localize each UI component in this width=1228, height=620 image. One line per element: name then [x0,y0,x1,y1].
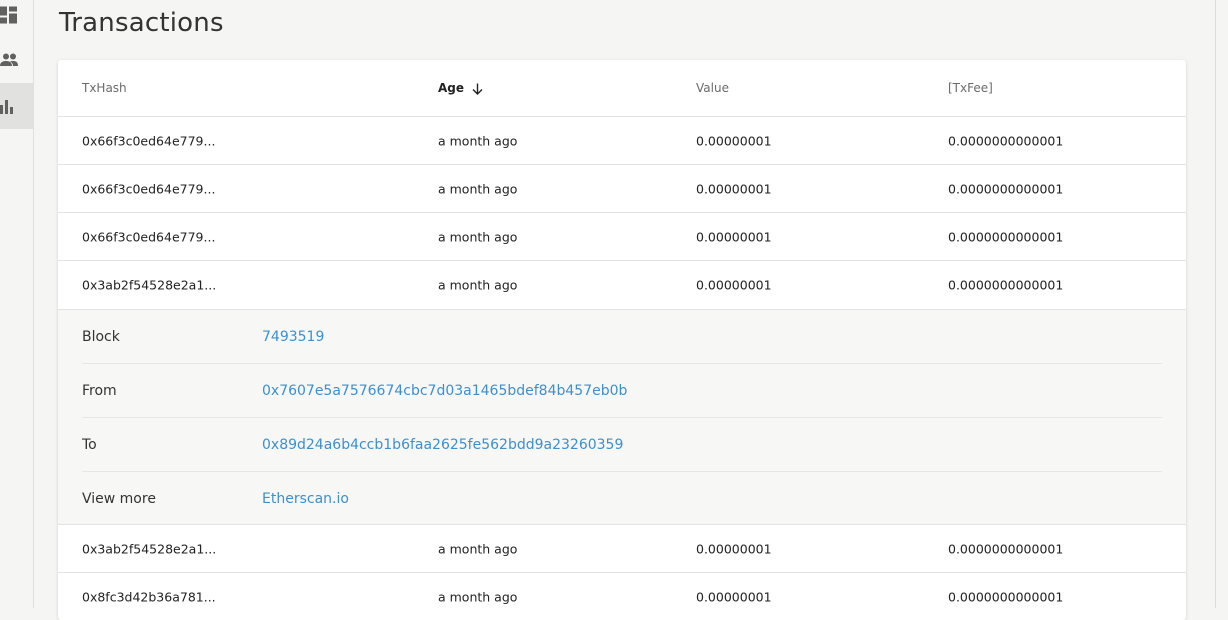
sidebar-item-dashboard[interactable] [0,0,33,38]
tx-hash: 0x66f3c0ed64e779... [82,229,216,244]
column-header-txhash[interactable]: TxHash [82,81,127,95]
tx-value: 0.00000001 [696,541,772,556]
tx-value: 0.00000001 [696,277,772,293]
tx-hash: 0x66f3c0ed64e779... [82,181,216,196]
table-row[interactable]: 0x3ab2f54528e2a1... a month ago 0.000000… [58,525,1186,573]
tx-age: a month ago [438,229,518,244]
sidebar [0,0,34,608]
column-header-age[interactable]: Age [438,81,483,95]
table-header: TxHash Age Value [TxFee] [58,60,1186,117]
column-header-txfee[interactable]: [TxFee] [948,81,993,95]
column-header-value[interactable]: Value [696,81,729,95]
people-icon [0,53,18,66]
tx-age: a month ago [438,133,518,148]
table-row-expanded[interactable]: 0x3ab2f54528e2a1... a month ago 0.000000… [58,261,1186,309]
sidebar-item-people[interactable] [0,37,33,83]
tx-value: 0.00000001 [696,133,772,148]
tx-age: a month ago [438,181,518,196]
detail-row-block: Block 7493519 [82,310,1162,364]
table-row[interactable]: 0x66f3c0ed64e779... a month ago 0.000000… [58,117,1186,165]
scrollbar-thumb[interactable] [1215,0,1225,608]
tx-fee: 0.0000000000001 [948,541,1064,556]
block-label: Block [82,328,120,345]
tx-value: 0.00000001 [696,589,772,604]
table-row[interactable]: 0x8fc3d42b36a781... a month ago 0.000000… [58,573,1186,620]
block-link[interactable]: 7493519 [262,329,324,345]
detail-row-view-more: View more Etherscan.io [82,472,1162,526]
table-row[interactable]: 0x66f3c0ed64e779... a month ago 0.000000… [58,213,1186,261]
tx-fee: 0.0000000000001 [948,277,1064,293]
etherscan-link[interactable]: Etherscan.io [262,491,349,507]
dashboard-icon [0,6,17,24]
tx-fee: 0.0000000000001 [948,133,1064,148]
tx-fee: 0.0000000000001 [948,181,1064,196]
to-label: To [82,436,97,453]
table-row[interactable]: 0x66f3c0ed64e779... a month ago 0.000000… [58,165,1186,213]
detail-row-to: To 0x89d24a6b4ccb1b6faa2625fe562bdd9a232… [82,418,1162,472]
arrow-down-icon [472,83,483,95]
bar-chart-icon [0,100,13,114]
transactions-table: TxHash Age Value [TxFee] 0x66f3c0ed64e77… [58,60,1186,620]
page-title: Transactions [59,8,224,38]
from-address-link[interactable]: 0x7607e5a7576674cbc7d03a1465bdef84b457eb… [262,383,627,399]
column-header-age-label: Age [438,81,465,95]
tx-age: a month ago [438,541,518,556]
from-label: From [82,382,117,399]
sidebar-item-charts[interactable] [0,83,33,129]
view-more-label: View more [82,491,156,507]
tx-hash: 0x3ab2f54528e2a1... [82,541,217,556]
transaction-details: Block 7493519 From 0x7607e5a7576674cbc7d… [58,309,1186,525]
tx-hash: 0x66f3c0ed64e779... [82,133,216,148]
detail-row-from: From 0x7607e5a7576674cbc7d03a1465bdef84b… [82,364,1162,418]
tx-age: a month ago [438,277,518,293]
tx-value: 0.00000001 [696,229,772,244]
tx-fee: 0.0000000000001 [948,229,1064,244]
tx-fee: 0.0000000000001 [948,589,1064,604]
to-address-link[interactable]: 0x89d24a6b4ccb1b6faa2625fe562bdd9a232603… [262,437,623,453]
tx-age: a month ago [438,589,518,604]
tx-value: 0.00000001 [696,181,772,196]
tx-hash: 0x3ab2f54528e2a1... [82,277,217,293]
tx-hash: 0x8fc3d42b36a781... [82,589,216,604]
